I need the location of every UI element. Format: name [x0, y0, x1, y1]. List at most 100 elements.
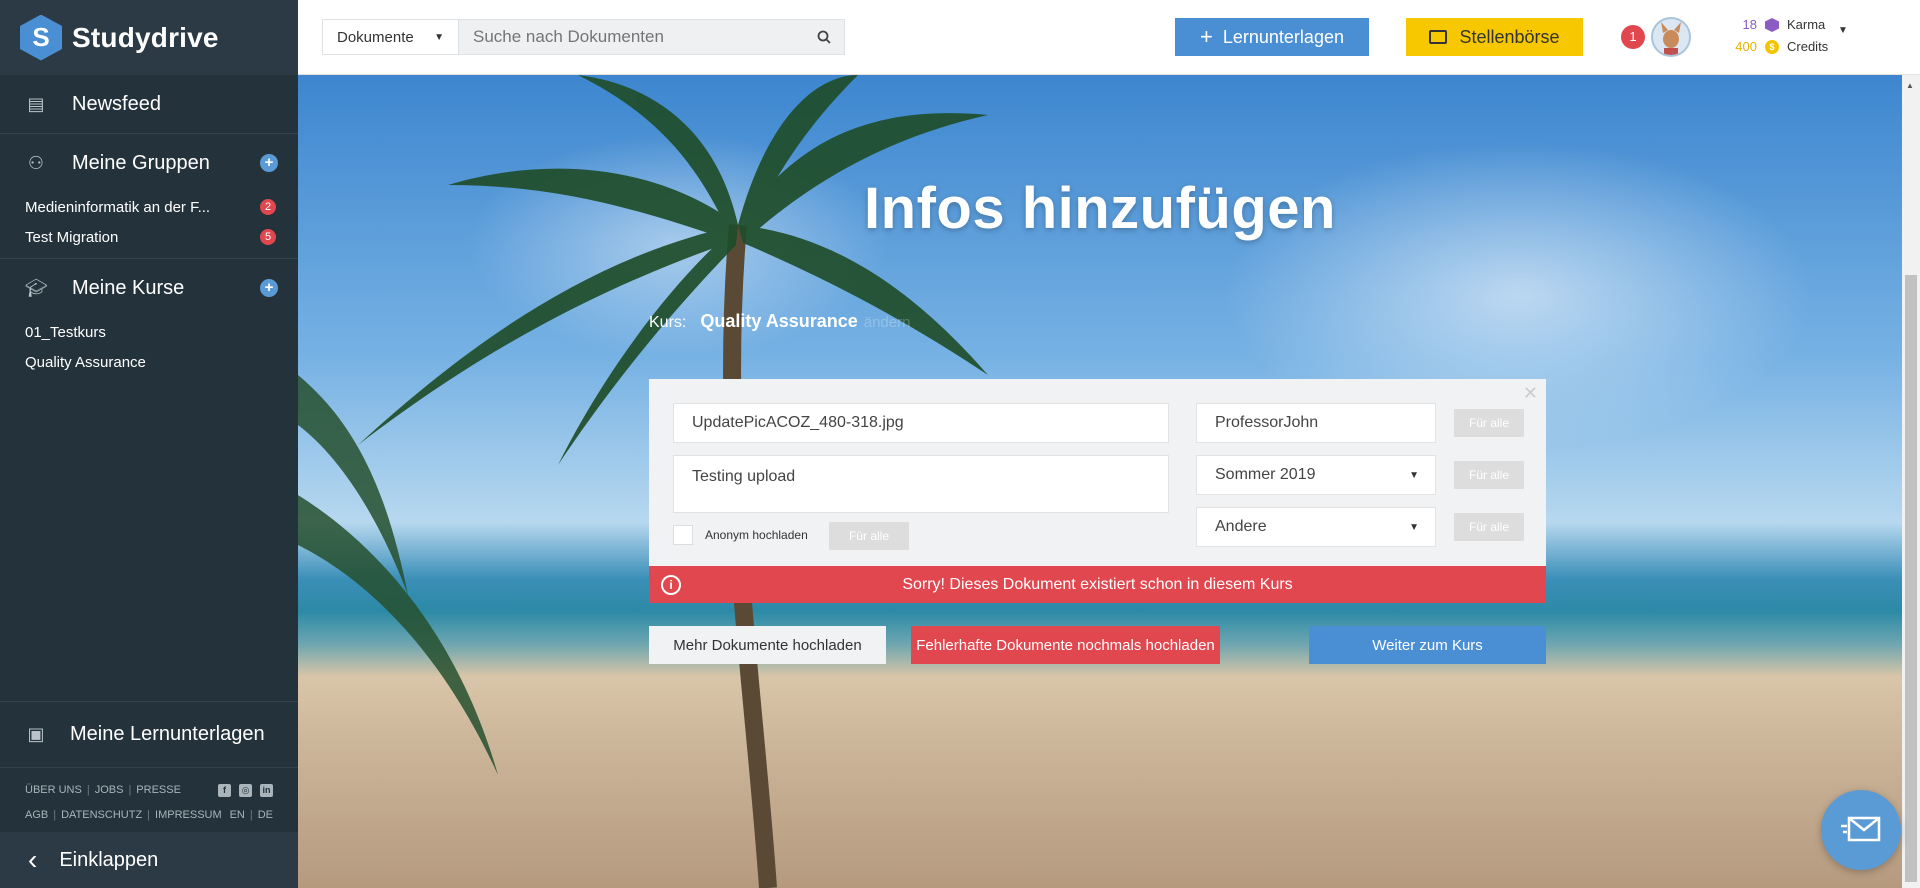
- search-scope-value: Dokumente: [337, 28, 414, 46]
- group-label: Test Migration: [25, 228, 119, 246]
- course-label: Quality Assurance: [25, 353, 146, 371]
- credits-value: 400: [1735, 39, 1757, 54]
- user-stats: 18 Karma 400 $ Credits: [1727, 14, 1828, 58]
- upload-more-button[interactable]: Mehr Dokumente hochladen: [649, 626, 886, 664]
- course-label: 01_Testkurs: [25, 323, 106, 341]
- search-icon[interactable]: [804, 20, 844, 54]
- message-button[interactable]: [1821, 790, 1901, 870]
- nav-lernunterlagen[interactable]: ▣ Meine Lernunterlagen: [0, 701, 298, 767]
- apply-all-type-button[interactable]: Für alle: [1454, 513, 1524, 541]
- nav-newsfeed-label: Newsfeed: [72, 92, 161, 115]
- instagram-icon[interactable]: ◎: [239, 784, 252, 797]
- nav-newsfeed[interactable]: ▤ Newsfeed: [0, 75, 298, 133]
- newspaper-icon: ▤: [27, 93, 45, 114]
- karma-icon: [1765, 18, 1779, 32]
- error-text: Sorry! Dieses Dokument existiert schon i…: [902, 575, 1293, 593]
- sidebar-bottom: ▣ Meine Lernunterlagen ÜBER UNS | JOBS | P…: [0, 701, 298, 888]
- course-label: Kurs:: [649, 314, 687, 331]
- karma-value: 18: [1742, 17, 1757, 32]
- footer-link[interactable]: DATENSCHUTZ: [61, 803, 142, 828]
- sidebar-item-group[interactable]: Test Migration 5: [0, 222, 298, 252]
- search-scope-select[interactable]: Dokumente ▼: [323, 20, 459, 54]
- info-icon: i: [661, 575, 681, 595]
- filename-field[interactable]: UpdatePicACOZ_480-318.jpg: [673, 403, 1169, 443]
- linkedin-icon[interactable]: in: [260, 784, 273, 797]
- briefcase-icon: [1429, 30, 1448, 44]
- section-courses[interactable]: 🎓︎ Meine Kurse +: [0, 259, 298, 317]
- description-field[interactable]: Testing upload: [673, 455, 1169, 513]
- chevron-left-icon: ‹: [28, 844, 38, 875]
- error-banner: i Sorry! Dieses Dokument existiert schon…: [649, 566, 1546, 603]
- nav-lernunterlagen-label: Meine Lernunterlagen: [70, 723, 265, 745]
- logo-icon: S: [20, 14, 62, 61]
- footer-links: ÜBER UNS | JOBS | PRESSE f ◎ in AGB | DATEN…: [0, 767, 298, 832]
- scrollbar[interactable]: ▲: [1902, 75, 1920, 888]
- close-icon[interactable]: ✕: [1523, 383, 1538, 404]
- search-input[interactable]: [459, 20, 804, 54]
- group-icon: ⚇: [27, 152, 45, 173]
- logo[interactable]: S Studydrive: [0, 0, 298, 75]
- stellenboerse-button[interactable]: Stellenbörse: [1406, 18, 1583, 56]
- footer-link[interactable]: AGB: [25, 803, 48, 828]
- footer-link[interactable]: JOBS: [95, 778, 124, 803]
- document-info-card: ✕ UpdatePicACOZ_480-318.jpg Testing uplo…: [649, 379, 1546, 568]
- course-info: Kurs: Quality Assurance ändern: [649, 311, 910, 332]
- sidebar-item-course[interactable]: 01_Testkurs: [0, 317, 298, 347]
- archive-icon: ▣: [27, 724, 45, 744]
- sidebar-item-course[interactable]: Quality Assurance: [0, 347, 298, 377]
- collapse-sidebar-button[interactable]: ‹ Einklappen: [0, 832, 298, 888]
- anonymous-upload[interactable]: Anonym hochladen: [673, 525, 808, 545]
- caret-down-icon: ▼: [434, 31, 444, 43]
- footer-link[interactable]: ÜBER UNS: [25, 778, 82, 803]
- type-select[interactable]: Andere ▼: [1196, 507, 1436, 547]
- lang-de[interactable]: DE: [258, 809, 273, 821]
- footer-link[interactable]: PRESSE: [136, 778, 181, 803]
- btn-stellen-label: Stellenbörse: [1459, 26, 1560, 47]
- continue-to-course-button[interactable]: Weiter zum Kurs: [1309, 626, 1546, 664]
- page-title: Infos hinzufügen: [864, 176, 1336, 241]
- caret-down-icon: ▼: [1409, 469, 1419, 481]
- apply-all-anon-button[interactable]: Für alle: [829, 522, 909, 550]
- graduation-cap-icon: 🎓︎: [24, 277, 48, 298]
- apply-all-semester-button[interactable]: Für alle: [1454, 461, 1524, 489]
- group-label: Medieninformatik an der F...: [25, 198, 211, 216]
- section-groups[interactable]: ⚇ Meine Gruppen +: [0, 134, 298, 192]
- btn-lern-label: Lernunterlagen: [1222, 26, 1344, 47]
- scroll-up-icon[interactable]: ▲: [1906, 81, 1914, 90]
- retry-failed-button[interactable]: Fehlerhafte Dokumente nochmals hochladen: [911, 626, 1220, 664]
- change-course-link[interactable]: ändern: [864, 314, 911, 331]
- sidebar-item-group[interactable]: Medieninformatik an der F... 2: [0, 192, 298, 222]
- semester-value: Sommer 2019: [1215, 466, 1316, 483]
- semester-select[interactable]: Sommer 2019 ▼: [1196, 455, 1436, 495]
- course-name: Quality Assurance: [700, 311, 858, 331]
- section-courses-label: Meine Kurse: [72, 276, 185, 299]
- coin-icon: $: [1765, 40, 1779, 54]
- avatar[interactable]: [1651, 17, 1691, 57]
- social-links: f ◎ in: [218, 784, 273, 797]
- scroll-thumb[interactable]: [1905, 275, 1917, 882]
- group-count-badge: 5: [260, 229, 276, 245]
- logo-text: Studydrive: [72, 21, 219, 53]
- add-course-icon[interactable]: +: [260, 279, 278, 297]
- apply-all-professor-button[interactable]: Für alle: [1454, 409, 1524, 437]
- add-lernunterlagen-button[interactable]: + Lernunterlagen: [1175, 18, 1369, 56]
- envelope-icon: [1841, 816, 1881, 842]
- credits-label: Credits: [1787, 39, 1829, 54]
- plus-icon: +: [1200, 24, 1213, 49]
- type-value: Andere: [1215, 518, 1267, 535]
- search-bar: Dokumente ▼: [322, 19, 845, 55]
- anonymous-checkbox[interactable]: [673, 525, 693, 545]
- top-bar: Dokumente ▼ + Lernunterlagen Stellenbörs…: [298, 0, 1920, 75]
- user-menu-caret-icon[interactable]: ▼: [1838, 25, 1848, 36]
- add-group-icon[interactable]: +: [260, 154, 278, 172]
- section-groups-label: Meine Gruppen: [72, 151, 210, 174]
- caret-down-icon: ▼: [1409, 521, 1419, 533]
- professor-field[interactable]: ProfessorJohn: [1196, 403, 1436, 443]
- main-content: Infos hinzufügen Kurs: Quality Assurance…: [298, 75, 1902, 888]
- collapse-label: Einklappen: [59, 848, 159, 871]
- lang-en[interactable]: EN: [230, 809, 245, 821]
- sidebar: S Studydrive ▤ Newsfeed ⚇ Meine Gruppen …: [0, 0, 298, 888]
- footer-link[interactable]: IMPRESSUM: [155, 803, 222, 828]
- facebook-icon[interactable]: f: [218, 784, 231, 797]
- notification-badge[interactable]: 1: [1621, 25, 1645, 49]
